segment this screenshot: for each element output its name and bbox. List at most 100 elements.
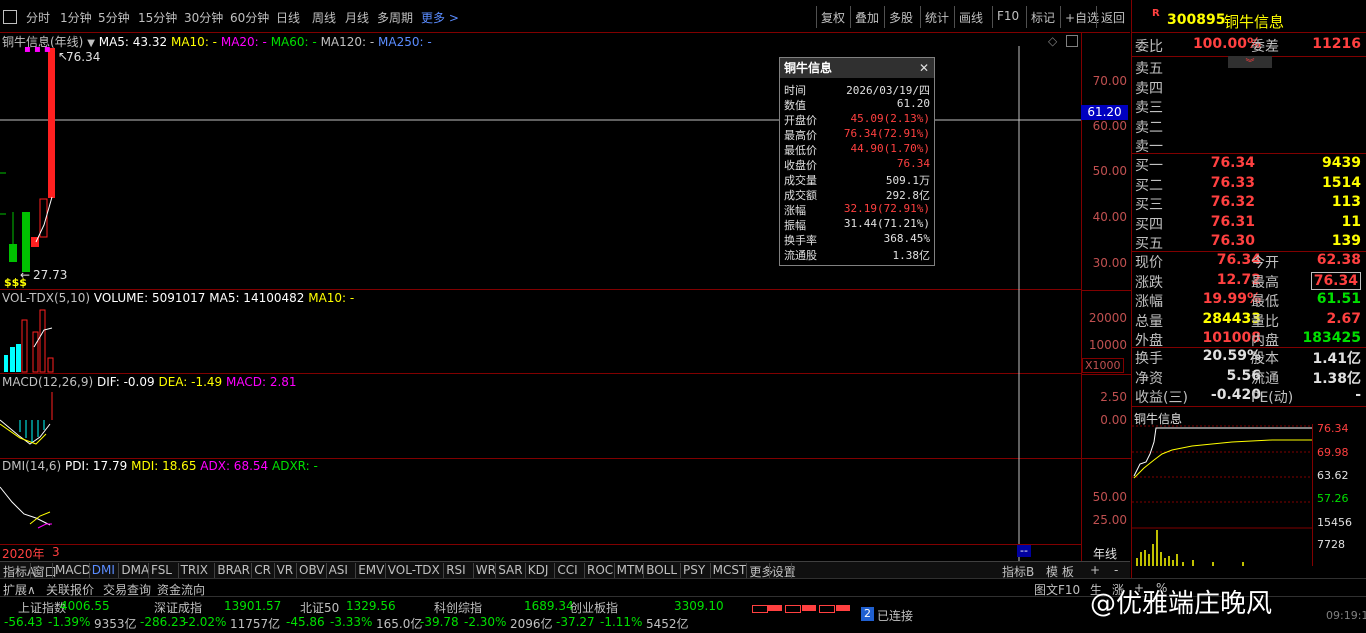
stat-value-2: 61.51	[1316, 291, 1361, 307]
period-8[interactable]: 月线	[345, 9, 369, 26]
period-toolbar: 分时 1分钟 5分钟 15分钟 30分钟 60分钟 日线 周线 月线 多周期 更多 > 复权 叠加多…	[0, 0, 1130, 33]
stock-name[interactable]: 铜牛信息	[1224, 11, 1284, 32]
toolbar-button-6[interactable]: 标记	[1031, 9, 1055, 26]
index-pct-1: -2.02%	[184, 615, 227, 629]
tooltip-value: 32.19(72.91%)	[843, 202, 930, 215]
index-name-4[interactable]: 创业板指	[570, 599, 618, 616]
period-3[interactable]: 15分钟	[138, 9, 177, 26]
bid-price: 76.31	[1210, 213, 1255, 230]
indicator-tab-23[interactable]: MCST	[713, 563, 747, 577]
stat-label-2: PE(动)	[1251, 390, 1294, 406]
ask-label: 卖二	[1135, 119, 1163, 136]
indicator-tab-14[interactable]: RSI	[446, 563, 466, 577]
indicator-tab-22[interactable]: PSY	[683, 563, 705, 577]
index-name-0[interactable]: 上证指数	[18, 599, 66, 616]
period-4[interactable]: 30分钟	[184, 9, 223, 26]
period-1[interactable]: 1分钟	[60, 9, 92, 26]
close-icon[interactable]: ✕	[919, 58, 929, 78]
indicator-right-2[interactable]: +	[1090, 563, 1100, 577]
stat-row: 换手 20.59% 股本 1.41亿	[1135, 348, 1365, 367]
period-label[interactable]: 年线	[1093, 545, 1117, 562]
toolbar-button-8[interactable]: 返回	[1101, 9, 1125, 26]
indicator-tab-8[interactable]: CR	[254, 563, 271, 577]
stat-label: 涨跌	[1135, 274, 1163, 291]
tooltip-value: 2026/03/19/四	[846, 84, 930, 97]
clock: 09:19:12	[1326, 609, 1366, 622]
indicator-tab-12[interactable]: EMV	[358, 563, 384, 577]
period-0[interactable]: 分时	[26, 9, 50, 26]
toolbar-button-1[interactable]: 叠加	[855, 9, 879, 26]
macd-value: MACD: 2.81	[226, 375, 297, 389]
indicator-tab-20[interactable]: MTM	[617, 563, 645, 577]
ask-row-2: 卖三	[1135, 97, 1365, 116]
index-pct-0: -1.39%	[48, 615, 91, 629]
tab-divider	[680, 563, 681, 578]
tooltip-key: 换手率	[784, 234, 817, 247]
tooltip-row: 数值 61.20	[780, 97, 934, 112]
tooltip-row: 收盘价 76.34	[780, 157, 934, 172]
bid-label: 买二	[1135, 177, 1163, 194]
more-periods-button[interactable]: 更多 >	[421, 9, 459, 26]
period-6[interactable]: 日线	[276, 9, 300, 26]
indicator-tab-19[interactable]: ROC	[587, 563, 613, 577]
indicator-tab-6[interactable]: TRIX	[181, 563, 208, 577]
connection-count[interactable]: 2	[861, 607, 874, 621]
market-strip	[752, 605, 850, 613]
toolbar-button-2[interactable]: 多股	[889, 9, 913, 26]
stat-value-2: -	[1355, 387, 1361, 403]
indicator-tab-9[interactable]: VR	[277, 563, 294, 577]
index-amount-3: 2096亿	[510, 617, 553, 631]
toolbar-button-5[interactable]: F10	[997, 9, 1019, 23]
tab-divider	[29, 563, 31, 578]
indicator-tab-13[interactable]: VOL-TDX	[388, 563, 440, 577]
indicator-tab-4[interactable]: DMA	[121, 563, 149, 577]
indicator-tab-16[interactable]: SAR	[498, 563, 522, 577]
indicator-tab-5[interactable]: FSL	[151, 563, 172, 577]
dmi-title: DMI(14,6)	[2, 459, 62, 473]
ask-row-1: 卖四	[1135, 78, 1365, 97]
toolbar-button-4[interactable]: 画线	[959, 9, 983, 26]
stat-row: 涨跌 12.72 最高 76.34	[1135, 271, 1365, 291]
indicator-tab-7[interactable]: BRAR	[217, 563, 250, 577]
period-5[interactable]: 60分钟	[230, 9, 269, 26]
indicator-tab-3[interactable]: DMI	[92, 563, 115, 577]
indicator-tab-10[interactable]: OBV	[299, 563, 325, 577]
mini-y-axis: 76.34 69.98 63.62 57.26 15456 7728	[1312, 422, 1366, 566]
index-amount-0: 9353亿	[94, 617, 137, 631]
indicator-tab-15[interactable]: WR	[476, 563, 496, 577]
index-amount-1: 11757亿	[230, 617, 281, 631]
toolbar-divider	[816, 6, 817, 28]
menu-icon[interactable]	[3, 10, 17, 24]
bid-price: 76.33	[1210, 174, 1255, 191]
period-9[interactable]: 多周期	[377, 9, 413, 26]
toolbar-divider	[850, 6, 851, 28]
toolbar-button-0[interactable]: 复权	[821, 9, 845, 26]
vol-value: VOLUME: 5091017	[93, 291, 206, 305]
tab-divider	[52, 563, 53, 578]
indicator-tab-17[interactable]: KDJ	[528, 563, 549, 577]
tab-divider	[325, 563, 327, 578]
mini-chart[interactable]	[1132, 424, 1312, 566]
toolbar-button-3[interactable]: 统计	[925, 9, 949, 26]
quote-panel: R 300895 铜牛信息 委比 100.00% 委差 11216 ︾ 卖五 卖四…	[1131, 0, 1366, 578]
svg-text:▪ ▪ ▪: ▪ ▪ ▪	[24, 44, 51, 55]
index-name-1[interactable]: 深证成指	[154, 599, 202, 616]
bid-volume: 11	[1341, 213, 1361, 230]
index-name-3[interactable]: 科创综指	[434, 599, 482, 616]
tooltip-key: 最高价	[784, 129, 817, 142]
ask-label: 卖四	[1135, 80, 1163, 97]
indicator-tab-11[interactable]: ASI	[329, 563, 348, 577]
period-7[interactable]: 周线	[312, 9, 336, 26]
bid-price: 76.32	[1210, 194, 1255, 210]
ask-label: 卖五	[1135, 61, 1163, 77]
indicator-tab-21[interactable]: BOLL	[646, 563, 677, 577]
tab-divider	[443, 563, 445, 578]
index-pct-2: -3.33%	[330, 615, 373, 629]
period-2[interactable]: 5分钟	[98, 9, 130, 26]
index-name-2[interactable]: 北证50	[300, 599, 339, 616]
toolbar-button-7[interactable]: +自选	[1065, 9, 1099, 26]
indicator-tab-2[interactable]: MACD	[55, 563, 91, 577]
chart-area[interactable]: 铜牛信息(年线) ▼ MA5: 43.32 MA10: - MA20: - MA…	[0, 32, 1131, 564]
indicator-tab-18[interactable]: CCI	[557, 563, 577, 577]
indicator-right-3[interactable]: -	[1114, 563, 1118, 577]
